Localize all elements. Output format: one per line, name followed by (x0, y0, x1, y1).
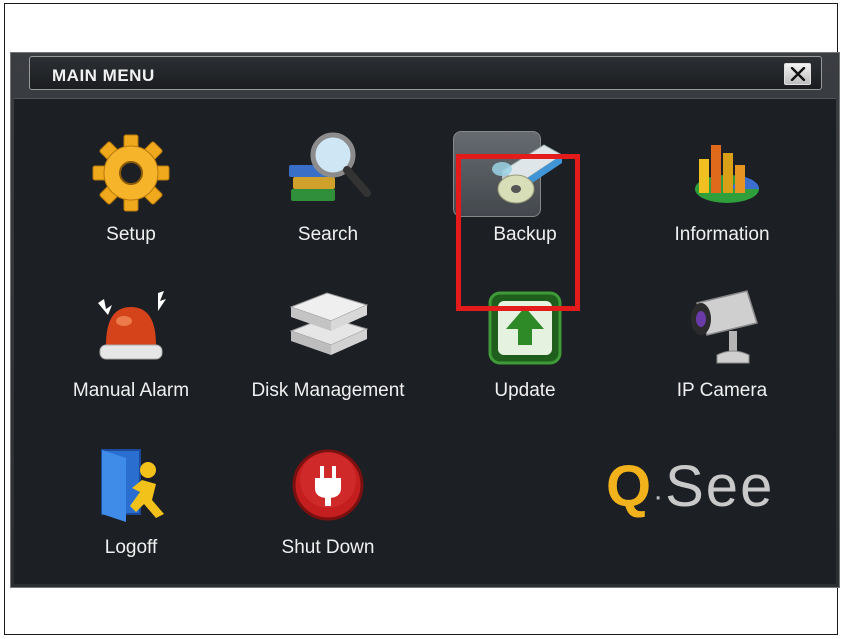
exit-door-icon (101, 449, 164, 522)
menu-item-label: Backup (493, 224, 557, 245)
logo-see: See (665, 454, 775, 519)
menu-item-setup[interactable]: Setup (33, 119, 229, 269)
alarm-siren-icon (98, 291, 166, 360)
menu-item-manual-alarm[interactable]: Manual Alarm (33, 275, 229, 425)
menu-item-shut-down[interactable]: Shut Down (230, 432, 426, 582)
menu-item-label: Manual Alarm (72, 380, 190, 401)
menu-item-ip-camera[interactable]: IP Camera (624, 275, 820, 425)
menu-item-label: IP Camera (676, 380, 768, 401)
title-bar: MAIN MENU (29, 56, 822, 90)
menu-item-information[interactable]: Information (624, 119, 820, 269)
menu-item-logoff[interactable]: Logoff (33, 432, 229, 582)
chart-info-icon (695, 145, 760, 203)
menu-item-disk-management[interactable]: Disk Management (230, 275, 426, 425)
gear-icon (92, 134, 170, 212)
hard-disk-icon (289, 292, 369, 355)
menu-item-label: Logoff (104, 537, 158, 558)
menu-item-update[interactable]: Update (427, 275, 623, 425)
security-camera-icon (691, 290, 758, 364)
menu-item-backup[interactable]: Backup (427, 119, 623, 269)
backup-drive-icon (492, 144, 563, 204)
menu-item-label: Shut Down (281, 537, 375, 558)
menu-item-search[interactable]: Search (230, 119, 426, 269)
menu-item-label: Information (674, 224, 770, 245)
window-title: MAIN MENU (52, 66, 155, 85)
upload-arrow-icon (488, 291, 562, 365)
menu-item-label: Update (494, 380, 556, 401)
logo-q: Q (606, 454, 654, 519)
close-button[interactable] (784, 63, 811, 85)
menu-item-label: Setup (106, 224, 156, 245)
logo-dot: · (653, 480, 666, 513)
power-plug-icon (292, 449, 364, 521)
menu-item-label: Search (297, 224, 359, 245)
search-books-icon (289, 132, 371, 201)
qsee-logo: Q·See (606, 458, 774, 516)
menu-item-label: Disk Management (251, 380, 405, 401)
close-icon (790, 67, 806, 81)
